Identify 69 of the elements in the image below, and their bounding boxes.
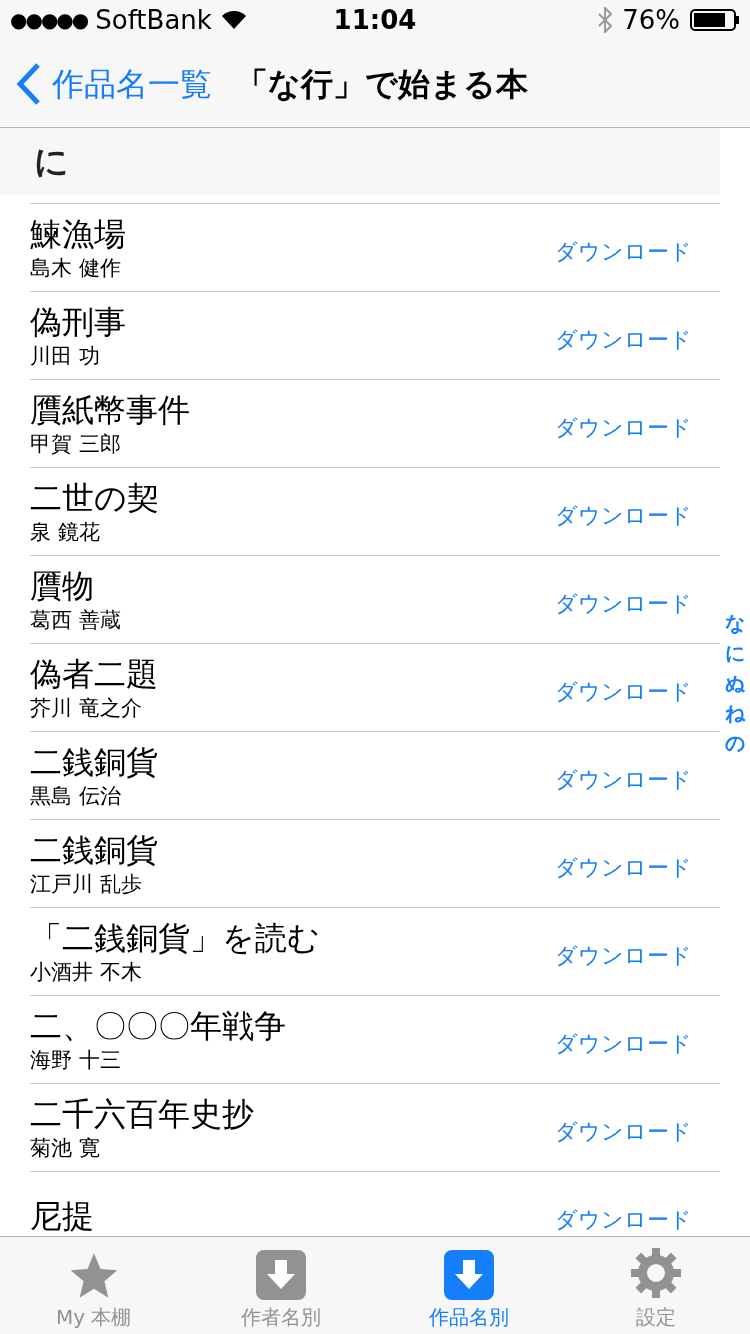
book-title: 二銭銅貨: [30, 741, 159, 782]
carrier-name: SoftBank: [95, 3, 212, 37]
download-button[interactable]: ダウンロード: [555, 939, 692, 972]
section-header: に: [34, 140, 69, 183]
book-row[interactable]: 二銭銅貨 江戸川 乱歩 ダウンロード: [30, 819, 720, 907]
book-title: 贋紙幣事件: [30, 389, 191, 430]
book-row[interactable]: 二、〇〇〇年戦争 海野 十三 ダウンロード: [30, 995, 720, 1083]
download-button[interactable]: ダウンロード: [555, 499, 692, 532]
index-letter[interactable]: に: [725, 638, 745, 668]
author-name: 甲賀 三郎: [30, 430, 122, 458]
download-button[interactable]: ダウンロード: [555, 1115, 692, 1148]
index-letter[interactable]: ね: [725, 698, 745, 728]
book-title: 偽者二題: [30, 653, 159, 694]
book-title: 偽刑事: [30, 301, 127, 342]
author-name: 菊池 寛: [30, 1134, 101, 1162]
download-button[interactable]: ダウンロード: [555, 411, 692, 444]
author-name: 江戸川 乱歩: [30, 870, 143, 898]
book-title: 尼提: [30, 1195, 95, 1236]
index-letter[interactable]: の: [725, 728, 745, 758]
book-row[interactable]: 偽刑事 川田 功 ダウンロード: [30, 291, 720, 379]
book-row[interactable]: 二銭銅貨 黒島 伝治 ダウンロード: [30, 731, 720, 819]
author-name: 島木 健作: [30, 254, 122, 282]
tab-item[interactable]: 作品名別: [375, 1237, 563, 1334]
download-button[interactable]: ダウンロード: [555, 851, 692, 884]
download-button[interactable]: ダウンロード: [555, 763, 692, 796]
author-name: 川田 功: [30, 342, 101, 370]
book-row[interactable]: 鰊漁場 島木 健作 ダウンロード: [30, 203, 720, 291]
download-button[interactable]: ダウンロード: [555, 235, 692, 268]
battery-percentage: 76%: [622, 3, 680, 37]
book-row[interactable]: 二千六百年史抄 菊池 寛 ダウンロード: [30, 1083, 720, 1171]
book-title: 二、〇〇〇年戦争: [30, 1005, 287, 1046]
gear-icon: [629, 1246, 684, 1300]
book-title: 二銭銅貨: [30, 829, 159, 870]
download-icon: [443, 1250, 494, 1300]
book-row[interactable]: 「二銭銅貨」を読む 小酒井 不木 ダウンロード: [30, 907, 720, 995]
bluetooth-icon: [598, 7, 613, 33]
author-name: 芥川 竜之介: [30, 694, 143, 722]
wifi-icon: [221, 11, 246, 29]
book-title: 鰊漁場: [30, 213, 127, 254]
book-row[interactable]: 偽者二題 芥川 竜之介 ダウンロード: [30, 643, 720, 731]
signal-strength: ●●●●●: [10, 7, 88, 34]
book-title: 贋物: [30, 565, 95, 606]
download-button[interactable]: ダウンロード: [555, 587, 692, 620]
book-row[interactable]: 贋紙幣事件 甲賀 三郎 ダウンロード: [30, 379, 720, 467]
tab-item[interactable]: My 本棚: [0, 1237, 188, 1334]
book-title: 二世の契: [30, 477, 160, 518]
download-button[interactable]: ダウンロード: [555, 323, 692, 356]
download-button[interactable]: ダウンロード: [555, 1203, 692, 1236]
author-name: 葛西 善蔵: [30, 606, 122, 634]
book-title: 「二銭銅貨」を読む: [30, 917, 321, 958]
author-name: 泉 鏡花: [30, 518, 101, 546]
battery-icon: [690, 9, 740, 31]
back-chevron-icon: [16, 61, 42, 106]
download-icon: [256, 1250, 307, 1300]
index-letter[interactable]: ぬ: [725, 668, 745, 698]
download-button[interactable]: ダウンロード: [555, 675, 692, 708]
tab-item[interactable]: 設定: [562, 1237, 750, 1334]
author-name: 海野 十三: [30, 1046, 122, 1074]
index-letter[interactable]: な: [725, 608, 745, 638]
author-name: 小酒井 不木: [30, 958, 143, 986]
download-button[interactable]: ダウンロード: [555, 1027, 692, 1060]
book-row[interactable]: 贋物 葛西 善蔵 ダウンロード: [30, 555, 720, 643]
book-row[interactable]: 二世の契 泉 鏡花 ダウンロード: [30, 467, 720, 555]
book-title: 二千六百年史抄: [30, 1093, 255, 1134]
clock: 11:04: [333, 3, 417, 37]
author-name: 黒島 伝治: [30, 782, 122, 810]
back-button[interactable]: 作品名一覧: [16, 59, 212, 108]
screen-title: 「な行」で始まる本: [236, 63, 528, 105]
tab-item[interactable]: 作者名別: [187, 1237, 375, 1334]
